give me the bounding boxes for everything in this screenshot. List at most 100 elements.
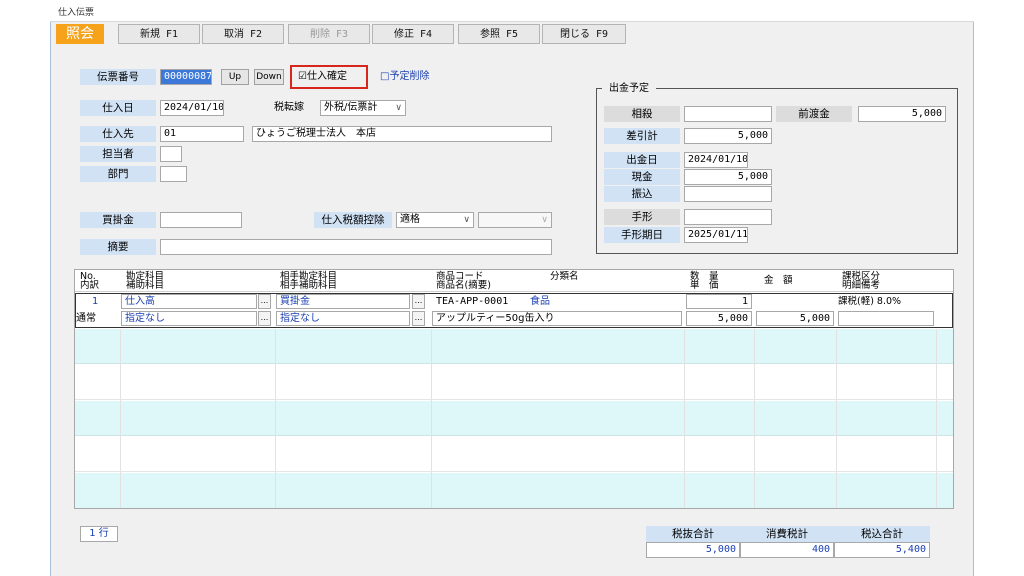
modify-button[interactable]: 修正 F4 xyxy=(372,24,454,44)
column-divider xyxy=(684,329,685,508)
delete-button[interactable]: 削除 F3 xyxy=(288,24,370,44)
payment-group-title: 出金予定 xyxy=(602,82,656,96)
chevron-down-icon: ∨ xyxy=(395,103,402,113)
amount-cell[interactable]: 5,000 xyxy=(756,311,834,326)
diff-field[interactable]: 5,000 xyxy=(684,128,772,144)
bill-label: 手形 xyxy=(604,209,680,225)
dept-field[interactable] xyxy=(160,166,187,182)
product-code-cell[interactable]: TEA-APP-0001 xyxy=(436,295,508,309)
col-amount-header: 金 額 xyxy=(764,275,793,286)
grid-header xyxy=(75,270,953,292)
payable-field[interactable] xyxy=(160,212,242,228)
row-count: 1 行 xyxy=(80,526,118,542)
advance-label: 前渡金 xyxy=(776,106,852,122)
col-category-header: 分類名 xyxy=(550,271,579,282)
counter-sub-lookup-button[interactable]: ... xyxy=(412,311,425,326)
tax-deduct-value: 適格 xyxy=(400,214,420,225)
tax-mode-label: 税転嫁 xyxy=(274,102,304,113)
grand-total-label: 税込合計 xyxy=(834,526,930,542)
qty-cell[interactable]: 1 xyxy=(686,294,752,309)
chevron-down-icon: ∨ xyxy=(463,215,470,225)
person-label: 担当者 xyxy=(80,146,156,162)
transfer-field[interactable] xyxy=(684,186,772,202)
down-button[interactable]: Down xyxy=(254,69,284,85)
column-divider xyxy=(936,329,937,508)
tax-total-label: 消費税計 xyxy=(740,526,834,542)
memo-field[interactable] xyxy=(160,239,552,255)
close-button[interactable]: 閉じる F9 xyxy=(542,24,626,44)
table-row[interactable] xyxy=(75,401,953,436)
advance-field[interactable]: 5,000 xyxy=(858,106,946,122)
diff-label: 差引計 xyxy=(604,128,680,144)
column-divider xyxy=(836,329,837,508)
account-lookup-button[interactable]: ... xyxy=(258,294,271,309)
memo-label: 摘要 xyxy=(80,239,156,255)
window-title: 仕入伝票 xyxy=(58,8,95,18)
pay-date-field[interactable]: 2024/01/10 xyxy=(684,152,748,168)
table-row[interactable] xyxy=(75,365,953,400)
table-row[interactable] xyxy=(75,437,953,472)
col-detail-header: 内訳 xyxy=(80,280,100,291)
table-row[interactable] xyxy=(75,473,953,508)
tax-total-value: 400 xyxy=(740,542,834,558)
grand-total-value: 5,400 xyxy=(834,542,930,558)
sub-account-lookup-button[interactable]: ... xyxy=(258,311,271,326)
category-cell: 食品 xyxy=(530,296,550,307)
row-no: 1 xyxy=(92,296,99,307)
tax-mode-value: 外税/伝票計 xyxy=(324,102,378,113)
product-name-cell[interactable]: アップルティー50g缶入り xyxy=(432,311,682,326)
col-counter-sub-header: 相手補助科目 xyxy=(280,280,338,291)
cancel-button[interactable]: 取消 F2 xyxy=(202,24,284,44)
bill-due-label: 手形期日 xyxy=(604,227,680,243)
pay-date-label: 出金日 xyxy=(604,152,680,168)
counter-sub-cell[interactable]: 指定なし xyxy=(276,311,410,326)
table-row[interactable] xyxy=(75,329,953,364)
tax-deduct-label: 仕入税額控除 xyxy=(314,212,392,228)
up-button[interactable]: Up xyxy=(221,69,249,85)
col-note-header: 明細備考 xyxy=(842,280,881,291)
column-divider xyxy=(275,329,276,508)
counter-account-lookup-button[interactable]: ... xyxy=(412,294,425,309)
payable-label: 買掛金 xyxy=(80,212,156,228)
tax-class-cell[interactable]: 課税(軽) 8.0% xyxy=(838,295,901,309)
col-product-name-header: 商品名(摘要) xyxy=(436,280,491,291)
supplier-name-field[interactable]: ひょうご税理士法人 本店 xyxy=(252,126,552,142)
note-cell[interactable] xyxy=(838,311,934,326)
offset-label: 相殺 xyxy=(604,106,680,122)
reference-button[interactable]: 参照 F5 xyxy=(458,24,540,44)
tax-deduct-sub-select[interactable]: ∨ xyxy=(478,212,552,228)
transfer-label: 振込 xyxy=(604,186,680,202)
subtotal-label: 税抜合計 xyxy=(646,526,740,542)
new-button[interactable]: 新規 F1 xyxy=(118,24,200,44)
dept-label: 部門 xyxy=(80,166,156,182)
supplier-label: 仕入先 xyxy=(80,126,156,142)
offset-field[interactable] xyxy=(684,106,772,122)
col-unit-price-header: 単 価 xyxy=(690,280,719,291)
tax-mode-select[interactable]: 外税/伝票計 ∨ xyxy=(320,100,406,116)
date-label: 仕入日 xyxy=(80,100,156,116)
supplier-code-field[interactable]: 01 xyxy=(160,126,244,142)
col-sub-account-header: 補助科目 xyxy=(126,280,165,291)
cash-field[interactable]: 5,000 xyxy=(684,169,772,185)
mode-indicator: 照会 xyxy=(56,24,104,44)
date-field[interactable]: 2024/01/10 xyxy=(160,100,224,116)
subtotal-value: 5,000 xyxy=(646,542,740,558)
chevron-down-icon: ∨ xyxy=(541,215,548,225)
column-divider xyxy=(431,329,432,508)
column-divider xyxy=(120,329,121,508)
unit-price-cell[interactable]: 5,000 xyxy=(686,311,752,326)
schedule-delete-checkbox[interactable]: □予定削除 xyxy=(380,70,450,86)
cash-label: 現金 xyxy=(604,169,680,185)
tax-deduct-select[interactable]: 適格 ∨ xyxy=(396,212,474,228)
row-detail: 通常 xyxy=(76,313,96,324)
account-cell[interactable]: 仕入高 xyxy=(121,294,257,309)
slip-no-label: 伝票番号 xyxy=(80,69,156,85)
counter-account-cell[interactable]: 買掛金 xyxy=(276,294,410,309)
sub-account-cell[interactable]: 指定なし xyxy=(121,311,257,326)
slip-no-field[interactable]: 00000087 xyxy=(160,69,212,85)
person-field[interactable] xyxy=(160,146,182,162)
column-divider xyxy=(754,329,755,508)
bill-due-field[interactable]: 2025/01/11 xyxy=(684,227,748,243)
purchase-confirm-checkbox[interactable]: ☑仕入確定 xyxy=(298,70,366,86)
bill-field[interactable] xyxy=(684,209,772,225)
